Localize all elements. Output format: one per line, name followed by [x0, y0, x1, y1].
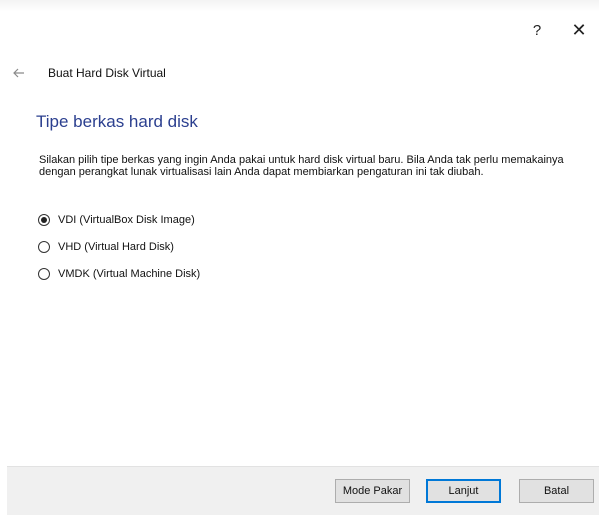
cancel-button[interactable]: Batal: [519, 479, 594, 503]
help-button[interactable]: ?: [515, 16, 559, 44]
page-description: Silakan pilih tipe berkas yang ingin And…: [39, 154, 564, 178]
radio-vhd[interactable]: [38, 241, 50, 253]
title-bar: [0, 0, 599, 12]
radio-vdi[interactable]: [38, 214, 50, 226]
radio-vmdk[interactable]: [38, 268, 50, 280]
option-vdi-label[interactable]: VDI (VirtualBox Disk Image): [58, 214, 195, 226]
option-vhd[interactable]: VHD (Virtual Hard Disk): [38, 238, 200, 256]
page-heading: Tipe berkas hard disk: [36, 112, 198, 131]
create-virtual-hard-disk-dialog: ? ✕ Buat Hard Disk Virtual Tipe berkas h…: [0, 0, 599, 515]
title-bar-controls: ? ✕: [515, 16, 599, 44]
arrow-left-icon: [13, 68, 24, 78]
back-button[interactable]: [12, 66, 26, 80]
option-vmdk[interactable]: VMDK (Virtual Machine Disk): [38, 265, 200, 283]
option-vhd-label[interactable]: VHD (Virtual Hard Disk): [58, 241, 174, 253]
expert-mode-button[interactable]: Mode Pakar: [335, 479, 410, 503]
option-vmdk-label[interactable]: VMDK (Virtual Machine Disk): [58, 268, 200, 280]
close-button[interactable]: ✕: [559, 16, 599, 44]
file-type-options: VDI (VirtualBox Disk Image) VHD (Virtual…: [38, 211, 200, 292]
close-icon: ✕: [571, 19, 587, 40]
button-bar: Mode Pakar Lanjut Batal: [7, 466, 599, 515]
wizard-title: Buat Hard Disk Virtual: [48, 66, 166, 80]
next-button[interactable]: Lanjut: [426, 479, 501, 503]
wizard-header: Buat Hard Disk Virtual: [12, 62, 166, 84]
option-vdi[interactable]: VDI (VirtualBox Disk Image): [38, 211, 200, 229]
